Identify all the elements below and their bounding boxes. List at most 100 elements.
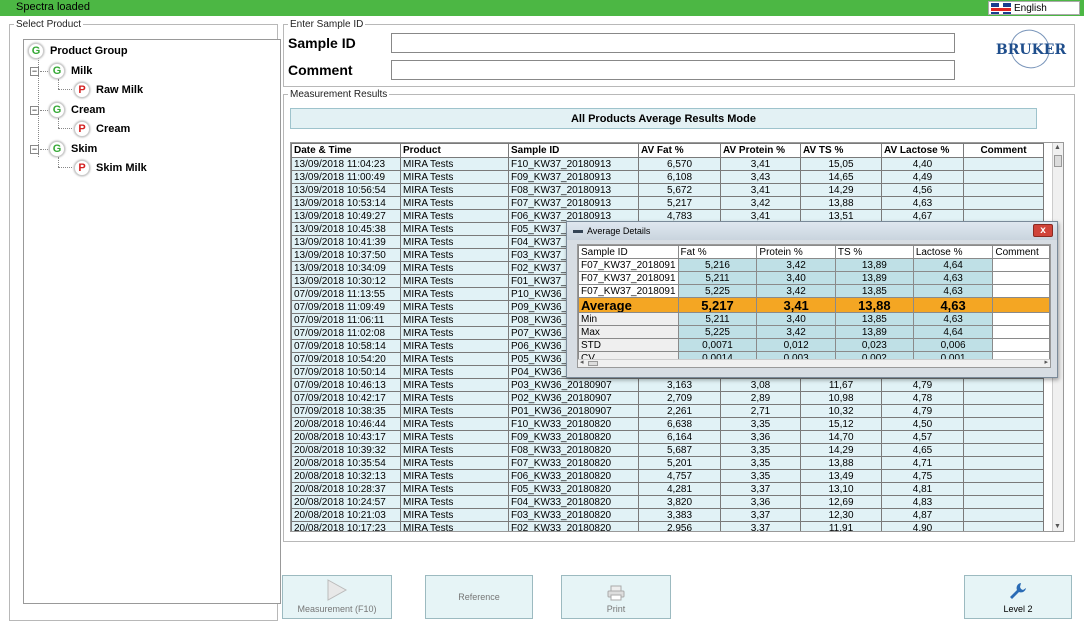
table-row[interactable]: Max 5,225 3,42 13,89 4,64 <box>578 325 1050 339</box>
table-row[interactable]: 07/09/2018 10:38:35 MIRA Tests P01_KW36_20… <box>291 404 1044 418</box>
table-cell: 13/09/2018 10:45:38 <box>291 222 401 236</box>
table-row[interactable]: Min 5,211 3,40 13,85 4,63 <box>578 312 1050 326</box>
tree-item-raw-milk[interactable]: P Raw Milk <box>74 82 143 98</box>
table-row[interactable]: 20/08/2018 10:28:37 MIRA Tests F05_KW33_20… <box>291 482 1044 496</box>
table-row[interactable]: 20/08/2018 10:17:23 MIRA Tests F02_KW33_20… <box>291 521 1044 531</box>
close-icon[interactable]: x <box>1033 224 1053 237</box>
collapse-cream-icon[interactable]: − <box>30 106 39 115</box>
table-cell: 20/08/2018 10:43:17 <box>291 430 401 444</box>
tree-item-cream[interactable]: P Cream <box>74 121 130 137</box>
column-header[interactable]: Fat % <box>677 245 758 259</box>
level-button[interactable]: Level 2 <box>964 575 1072 619</box>
table-cell: 3,820 <box>638 495 721 509</box>
table-row[interactable]: 20/08/2018 10:24:57 MIRA Tests F04_KW33_20… <box>291 495 1044 509</box>
table-cell: P03_KW36_20180907 <box>508 378 639 392</box>
scroll-left-icon[interactable]: ◂ <box>580 358 584 366</box>
column-header[interactable]: Sample ID <box>578 245 679 259</box>
table-cell: F10_KW33_20180820 <box>508 417 639 431</box>
table-row[interactable]: 20/08/2018 10:21:03 MIRA Tests F03_KW33_20… <box>291 508 1044 522</box>
table-row[interactable]: F07_KW37_2018091 5,216 3,42 13,89 4,64 <box>578 258 1050 272</box>
table-cell: 5,687 <box>638 443 721 457</box>
column-header[interactable]: Protein % <box>756 245 836 259</box>
table-cell: 13/09/2018 11:04:23 <box>291 157 401 171</box>
table-cell: 4,57 <box>881 430 964 444</box>
table-cell: 13/09/2018 10:53:14 <box>291 196 401 210</box>
table-row[interactable]: 13/09/2018 11:00:49 MIRA Tests F09_KW37_20… <box>291 170 1044 184</box>
table-cell: 07/09/2018 11:06:11 <box>291 313 401 327</box>
product-icon: P <box>74 160 90 176</box>
dialog-title-bar[interactable]: Average Details x <box>567 222 1057 240</box>
table-cell: F10_KW37_20180913 <box>508 157 639 171</box>
table-cell <box>992 312 1050 326</box>
table-cell: 4,757 <box>638 469 721 483</box>
table-cell: MIRA Tests <box>400 521 509 531</box>
table-row[interactable]: 07/09/2018 10:46:13 MIRA Tests P03_KW36_20… <box>291 378 1044 392</box>
tree-item-skim[interactable]: G Skim <box>49 141 97 157</box>
table-cell: 20/08/2018 10:17:23 <box>291 521 401 531</box>
hscroll-thumb[interactable] <box>588 361 598 366</box>
table-row[interactable]: 13/09/2018 10:56:54 MIRA Tests F08_KW37_20… <box>291 183 1044 197</box>
comment-input[interactable] <box>391 60 955 80</box>
column-header[interactable]: Comment <box>963 143 1044 158</box>
table-cell: 4,65 <box>881 443 964 457</box>
sample-id-input[interactable] <box>391 33 955 53</box>
table-cell: MIRA Tests <box>400 235 509 249</box>
tree-item-product-group[interactable]: G Product Group <box>28 43 128 59</box>
column-header[interactable]: Date & Time <box>291 143 401 158</box>
column-header[interactable]: AV Protein % <box>720 143 801 158</box>
column-header[interactable]: Lactose % <box>912 245 994 259</box>
table-cell: MIRA Tests <box>400 209 509 223</box>
language-selector[interactable]: English <box>988 1 1080 15</box>
product-tree[interactable]: G Product Group − G Milk P Raw Milk − G … <box>23 39 281 604</box>
table-cell: MIRA Tests <box>400 443 509 457</box>
table-row[interactable]: 20/08/2018 10:43:17 MIRA Tests F09_KW33_20… <box>291 430 1044 444</box>
dialog-hscrollbar[interactable]: ◂ ▸ <box>578 359 1050 367</box>
table-cell: 4,49 <box>881 170 964 184</box>
measurement-results-legend: Measurement Results <box>290 89 388 100</box>
table-row[interactable]: 13/09/2018 11:04:23 MIRA Tests F10_KW37_20… <box>291 157 1044 171</box>
collapse-milk-icon[interactable]: − <box>30 67 39 76</box>
column-header[interactable]: Comment <box>992 245 1050 259</box>
column-header[interactable]: AV TS % <box>800 143 882 158</box>
table-row[interactable]: F07_KW37_2018091 5,211 3,40 13,89 4,63 <box>578 271 1050 285</box>
scroll-thumb[interactable] <box>1054 155 1062 167</box>
average-details-dialog: Average Details x Sample ID Fat % Protein … <box>566 221 1058 378</box>
scroll-down-icon[interactable]: ▼ <box>1054 523 1061 530</box>
column-header[interactable]: Product <box>400 143 509 158</box>
average-table[interactable]: Sample ID Fat % Protein % TS % Lactose % Comm… <box>577 244 1051 368</box>
table-cell: 3,42 <box>720 196 801 210</box>
measurement-button[interactable]: Measurement (F10) <box>282 575 392 619</box>
table-cell: MIRA Tests <box>400 469 509 483</box>
reference-label: Reference <box>458 592 500 602</box>
table-row[interactable]: 20/08/2018 10:35:54 MIRA Tests F07_KW33_20… <box>291 456 1044 470</box>
table-cell: MIRA Tests <box>400 508 509 522</box>
table-row[interactable]: 20/08/2018 10:46:44 MIRA Tests F10_KW33_20… <box>291 417 1044 431</box>
column-header[interactable]: Sample ID <box>508 143 639 158</box>
tree-item-cream-group[interactable]: G Cream <box>49 102 105 118</box>
print-button[interactable]: Print <box>561 575 671 619</box>
scroll-up-icon[interactable]: ▲ <box>1054 144 1061 151</box>
table-row[interactable]: F07_KW37_2018091 5,225 3,42 13,85 4,63 <box>578 284 1050 298</box>
scroll-right-icon[interactable]: ▸ <box>1044 358 1048 366</box>
column-header[interactable]: TS % <box>834 245 914 259</box>
table-cell: F07_KW37_2018091 <box>578 271 679 285</box>
table-cell: MIRA Tests <box>400 482 509 496</box>
table-cell: 10,98 <box>800 391 882 405</box>
column-header[interactable]: AV Lactose % <box>881 143 964 158</box>
table-cell: 4,90 <box>881 521 964 531</box>
tree-item-skim-milk[interactable]: P Skim Milk <box>74 160 147 176</box>
tree-item-milk[interactable]: G Milk <box>49 63 92 79</box>
table-row[interactable]: 20/08/2018 10:39:32 MIRA Tests F08_KW33_20… <box>291 443 1044 457</box>
table-row[interactable]: 07/09/2018 10:42:17 MIRA Tests P02_KW36_20… <box>291 391 1044 405</box>
table-cell: 3,42 <box>756 258 836 272</box>
table-row[interactable]: 20/08/2018 10:32:13 MIRA Tests F06_KW33_20… <box>291 469 1044 483</box>
collapse-skim-icon[interactable]: − <box>30 145 39 154</box>
table-cell <box>963 443 1044 457</box>
table-cell: 3,35 <box>720 456 801 470</box>
table-row[interactable]: STD 0,0071 0,012 0,023 0,006 <box>578 338 1050 352</box>
table-row[interactable]: 13/09/2018 10:53:14 MIRA Tests F07_KW37_20… <box>291 196 1044 210</box>
average-row[interactable]: Average 5,217 3,41 13,88 4,63 <box>578 297 1050 313</box>
reference-button[interactable]: Reference <box>425 575 533 619</box>
column-header[interactable]: AV Fat % <box>638 143 721 158</box>
table-cell: 13,10 <box>800 482 882 496</box>
